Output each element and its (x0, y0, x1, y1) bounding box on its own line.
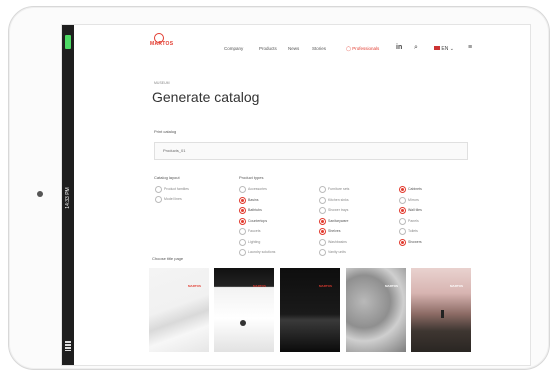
brand-logo[interactable]: MARTOS (150, 41, 173, 47)
product-option-label: Laundry solutions (248, 250, 276, 254)
product-option-label: Showers (408, 239, 422, 244)
cover-label: Choose title page (152, 256, 184, 261)
search-icon[interactable]: ⌕ (414, 44, 418, 52)
nav-item-company[interactable]: Company (224, 46, 243, 51)
nav-item-news[interactable]: News (288, 46, 299, 51)
chevron-down-icon: ⌄ (449, 46, 454, 52)
radio-selected-icon (399, 186, 406, 193)
product-option-label: Shower trays (328, 208, 349, 212)
radio-icon (239, 186, 246, 193)
product-option-label: Sanitaryware (328, 218, 349, 223)
signal-icon (65, 341, 71, 351)
screen: 14:33 PM MARTOS Company Products News St… (61, 24, 531, 366)
catalog-page: MARTOS Company Products News Stories ◯ P… (74, 25, 530, 365)
flag-icon (434, 46, 440, 50)
radio-selected-icon (239, 217, 246, 225)
radio-icon (399, 217, 406, 225)
catalog-name-value: Products_01 (163, 148, 186, 153)
content-option-label: Model lines (164, 197, 182, 201)
status-bar: 14:33 PM (62, 25, 74, 365)
radio-icon (319, 238, 326, 246)
radio-selected-icon (319, 228, 326, 235)
cover-logo: MARTOS (188, 284, 201, 288)
cover-basin[interactable]: MARTOS (214, 268, 274, 352)
clock: 14:33 PM (65, 187, 71, 209)
radio-icon (399, 228, 406, 235)
product-option-label: Vanity units (328, 250, 346, 254)
product-option-label: Countertops (248, 218, 268, 223)
cover-stone[interactable]: MARTOS (346, 268, 406, 352)
radio-selected-icon (239, 196, 246, 204)
linkedin-icon[interactable]: in (396, 44, 402, 51)
nav-item-products[interactable]: Products (259, 46, 277, 51)
product-option-label: Basins (248, 197, 259, 202)
menu-icon[interactable]: ≡ (468, 44, 472, 51)
cover-white-tub[interactable]: MARTOS (149, 268, 209, 352)
products-label: Product types (239, 175, 264, 180)
content-label: Catalog layout (154, 175, 180, 180)
cover-dark[interactable]: MARTOS (280, 268, 340, 352)
product-option-label: Kitchen sinks (328, 197, 349, 202)
cover-mountain[interactable]: MARTOS (411, 268, 471, 352)
radio-icon (319, 196, 326, 204)
home-button[interactable] (37, 191, 43, 197)
radio-icon (155, 186, 162, 193)
professionals-label: Professionals (352, 46, 380, 51)
cover-logo: MARTOS (385, 284, 398, 288)
catalog-name-input[interactable]: Products_01 (154, 142, 468, 160)
radio-icon (399, 196, 406, 204)
language-label: EN (441, 46, 449, 52)
product-option-label: Cabinets (408, 187, 422, 191)
radio-icon (155, 196, 162, 203)
radio-icon (239, 249, 246, 256)
product-option-label: Accessories (248, 187, 267, 191)
product-option-label: Panels (408, 218, 419, 223)
page-title: Generate catalog (152, 89, 260, 105)
drain-icon (240, 320, 246, 326)
product-option-label: Toilets (408, 229, 418, 233)
battery-icon (65, 35, 71, 49)
radio-selected-icon (399, 238, 406, 246)
radio-icon (239, 238, 246, 246)
radio-icon (319, 249, 326, 256)
nav-item-stories[interactable]: Stories (312, 46, 326, 51)
radio-selected-icon (239, 207, 246, 214)
cover-logo: MARTOS (253, 284, 266, 288)
breadcrumb[interactable]: MUSEUM (154, 81, 170, 85)
person-icon (441, 310, 444, 318)
professionals-link[interactable]: ◯ Professionals (346, 46, 379, 52)
top-navbar: MARTOS Company Products News Stories ◯ P… (74, 25, 530, 67)
tablet-frame: 14:33 PM MARTOS Company Products News St… (8, 6, 550, 370)
product-option-label: Shelves (328, 229, 341, 233)
radio-icon (239, 228, 246, 235)
product-option-label: Lighting (248, 239, 261, 244)
radio-icon (319, 207, 326, 214)
radio-selected-icon (319, 217, 326, 225)
product-option-label: Furniture sets (328, 187, 350, 191)
content-option-label: Product families (164, 187, 189, 191)
radio-icon (319, 186, 326, 193)
product-option-label: Faucets (248, 229, 261, 233)
language-select[interactable]: EN ⌄ (434, 46, 454, 52)
product-option-label: Washbasins (328, 239, 347, 244)
radio-selected-icon (399, 207, 406, 214)
cover-logo: MARTOS (319, 284, 332, 288)
product-option-label: Mirrors (408, 197, 419, 202)
product-option-label: Wall tiles (408, 208, 422, 212)
cover-logo: MARTOS (450, 284, 463, 288)
product-option-label: Bathtubs (248, 208, 262, 212)
catalog-name-label: Print catalog (154, 129, 177, 134)
